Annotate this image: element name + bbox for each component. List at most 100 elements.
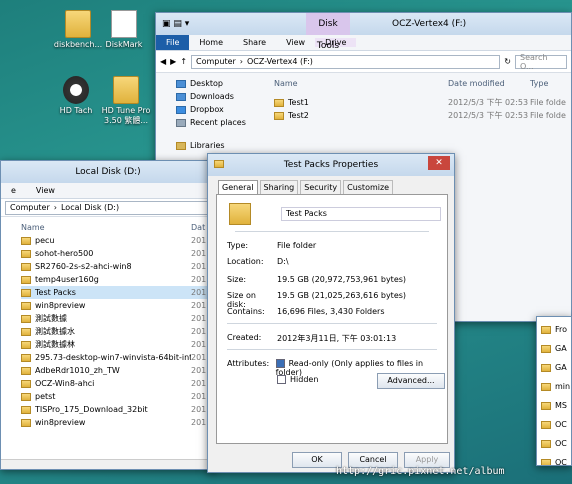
- list-item[interactable]: GA: [541, 361, 571, 374]
- table-row[interactable]: 測試數據 201: [21, 312, 215, 325]
- folder-icon: [541, 458, 551, 465]
- chevron-right-icon: ›: [239, 57, 243, 66]
- desktop-icon-diskbench[interactable]: diskbench...: [52, 10, 104, 49]
- folder-icon: [21, 392, 31, 401]
- title-bar: Test Packs Properties ✕: [208, 154, 454, 176]
- ok-button[interactable]: OK: [292, 452, 342, 468]
- table-row[interactable]: 295.73-desktop-win7-winvista-64bit-inte.…: [21, 351, 215, 364]
- search-input[interactable]: Search O...: [515, 53, 567, 71]
- prop-location: Location: D:\: [227, 257, 289, 266]
- folder-icon: [113, 76, 139, 104]
- tab-home[interactable]: Home: [189, 38, 233, 47]
- tab-security[interactable]: Security: [300, 180, 342, 194]
- table-row[interactable]: TISPro_175_Download_32bit 201: [21, 403, 215, 416]
- window-title: Local Disk (D:): [75, 167, 141, 177]
- nav-item-downloads[interactable]: Downloads: [176, 90, 266, 103]
- forward-icon[interactable]: ▶: [170, 57, 176, 66]
- tab-general[interactable]: General: [218, 180, 258, 194]
- table-row[interactable]: SR2760-2s-s2-ahci-win8 201: [21, 260, 215, 273]
- list-item[interactable]: OC: [541, 418, 571, 431]
- table-row[interactable]: temp4user160g 201: [21, 273, 215, 286]
- tab-view[interactable]: View: [276, 38, 315, 47]
- up-icon[interactable]: ↑: [180, 57, 187, 66]
- folder-icon: [541, 401, 551, 410]
- file-list: Name Date modified Type Test1 2012/5/3 下…: [274, 77, 571, 122]
- table-row[interactable]: 測試數據林 201: [21, 338, 215, 351]
- nav-item-recent[interactable]: Recent places: [176, 116, 266, 129]
- disk-tools-context-tab[interactable]: Disk Tools: [306, 13, 350, 51]
- column-type[interactable]: Type: [530, 79, 548, 88]
- folder-icon: [21, 418, 31, 427]
- title-bar: Local Disk (D:): [1, 161, 215, 183]
- recent-places-icon: [176, 118, 186, 127]
- tab-share[interactable]: e: [1, 186, 26, 195]
- column-name[interactable]: Name: [21, 223, 191, 232]
- table-row[interactable]: Test2 2012/5/3 下午 02:53 File folde: [274, 109, 571, 122]
- column-name[interactable]: Name: [274, 79, 448, 88]
- libraries-icon: [176, 141, 186, 150]
- folder-icon: [541, 363, 551, 372]
- table-row[interactable]: Test1 2012/5/3 下午 02:53 File folde: [274, 96, 571, 109]
- table-row[interactable]: win8preview 201: [21, 299, 215, 312]
- breadcrumb-drive[interactable]: Local Disk (D:): [61, 203, 119, 212]
- nav-item-desktop[interactable]: Desktop: [176, 77, 266, 90]
- folder-name-field[interactable]: Test Packs: [281, 207, 441, 221]
- column-headers: Name Dat: [21, 221, 215, 234]
- breadcrumb-computer[interactable]: Computer: [10, 203, 50, 212]
- chevron-right-icon: ›: [53, 203, 57, 212]
- tab-file[interactable]: File: [156, 35, 190, 50]
- table-row[interactable]: 測試數據水 201: [21, 325, 215, 338]
- nav-item-dropbox[interactable]: Dropbox: [176, 103, 266, 116]
- list-item[interactable]: OC: [541, 456, 571, 465]
- gauge-icon: [63, 76, 89, 104]
- window-title: OCZ-Vertex4 (F:): [392, 19, 467, 29]
- list-item[interactable]: Fro: [541, 323, 571, 336]
- refresh-icon[interactable]: ↻: [504, 57, 511, 66]
- folder-icon: [21, 301, 31, 310]
- desktop-icon-hdtach[interactable]: HD Tach: [50, 76, 102, 115]
- prop-type: Type: File folder: [227, 241, 317, 250]
- column-date[interactable]: Dat: [191, 223, 205, 232]
- advanced-button[interactable]: Advanced...: [377, 373, 445, 389]
- hidden-checkbox[interactable]: Hidden: [277, 375, 318, 384]
- table-row[interactable]: Test Packs 201: [21, 286, 215, 299]
- list-item[interactable]: min: [541, 380, 571, 393]
- dialog-tabs: General Sharing Security Customize: [218, 180, 394, 194]
- address-bar-row: Computer › Local Disk (D:): [1, 199, 215, 217]
- list-item[interactable]: OC: [541, 437, 571, 450]
- address-bar[interactable]: Computer › OCZ-Vertex4 (F:): [191, 54, 501, 69]
- dropbox-icon: [176, 105, 186, 114]
- desktop-icon-diskmark[interactable]: DiskMark: [98, 10, 150, 49]
- folder-icon: [541, 439, 551, 448]
- breadcrumb-drive[interactable]: OCZ-Vertex4 (F:): [247, 57, 313, 66]
- folder-icon: [541, 420, 551, 429]
- list-item[interactable]: MS: [541, 399, 571, 412]
- desktop-icon-hdtune[interactable]: HD Tune Pro 3.50 繁體...: [100, 76, 152, 126]
- address-bar[interactable]: Computer › Local Disk (D:): [5, 200, 211, 215]
- checkbox-icon: [277, 375, 286, 384]
- table-row[interactable]: AdbeRdr1010_zh_TW 201: [21, 364, 215, 377]
- file-list-fragment: Fro GA GA min MS OC OC OC: [541, 323, 571, 465]
- folder-icon: [541, 344, 551, 353]
- tab-view[interactable]: View: [26, 186, 65, 195]
- desktop-icon: [176, 79, 186, 88]
- nav-item-libraries[interactable]: Libraries: [176, 139, 266, 152]
- back-icon[interactable]: ◀: [160, 57, 166, 66]
- close-icon[interactable]: ✕: [428, 156, 450, 170]
- tab-sharing[interactable]: Sharing: [259, 180, 299, 194]
- dialog-title: Test Packs Properties: [283, 160, 379, 170]
- tab-customize[interactable]: Customize: [343, 180, 394, 194]
- breadcrumb-computer[interactable]: Computer: [196, 57, 236, 66]
- column-date[interactable]: Date modified: [448, 79, 530, 88]
- table-row[interactable]: sohot-hero500 201: [21, 247, 215, 260]
- general-panel: Test Packs Type: File folder Location: D:\…: [216, 194, 448, 444]
- quick-access-toolbar[interactable]: ▣ ▤ ▾: [162, 19, 189, 29]
- table-row[interactable]: win8preview 201: [21, 416, 215, 429]
- tab-share[interactable]: Share: [233, 38, 276, 47]
- table-row[interactable]: petst 201: [21, 390, 215, 403]
- table-row[interactable]: pecu 201: [21, 234, 215, 247]
- horizontal-scrollbar[interactable]: [1, 459, 215, 469]
- list-item[interactable]: GA: [541, 342, 571, 355]
- title-bar: ▣ ▤ ▾ Disk Tools OCZ-Vertex4 (F:): [156, 13, 571, 51]
- table-row[interactable]: OCZ-Win8-ahci 201: [21, 377, 215, 390]
